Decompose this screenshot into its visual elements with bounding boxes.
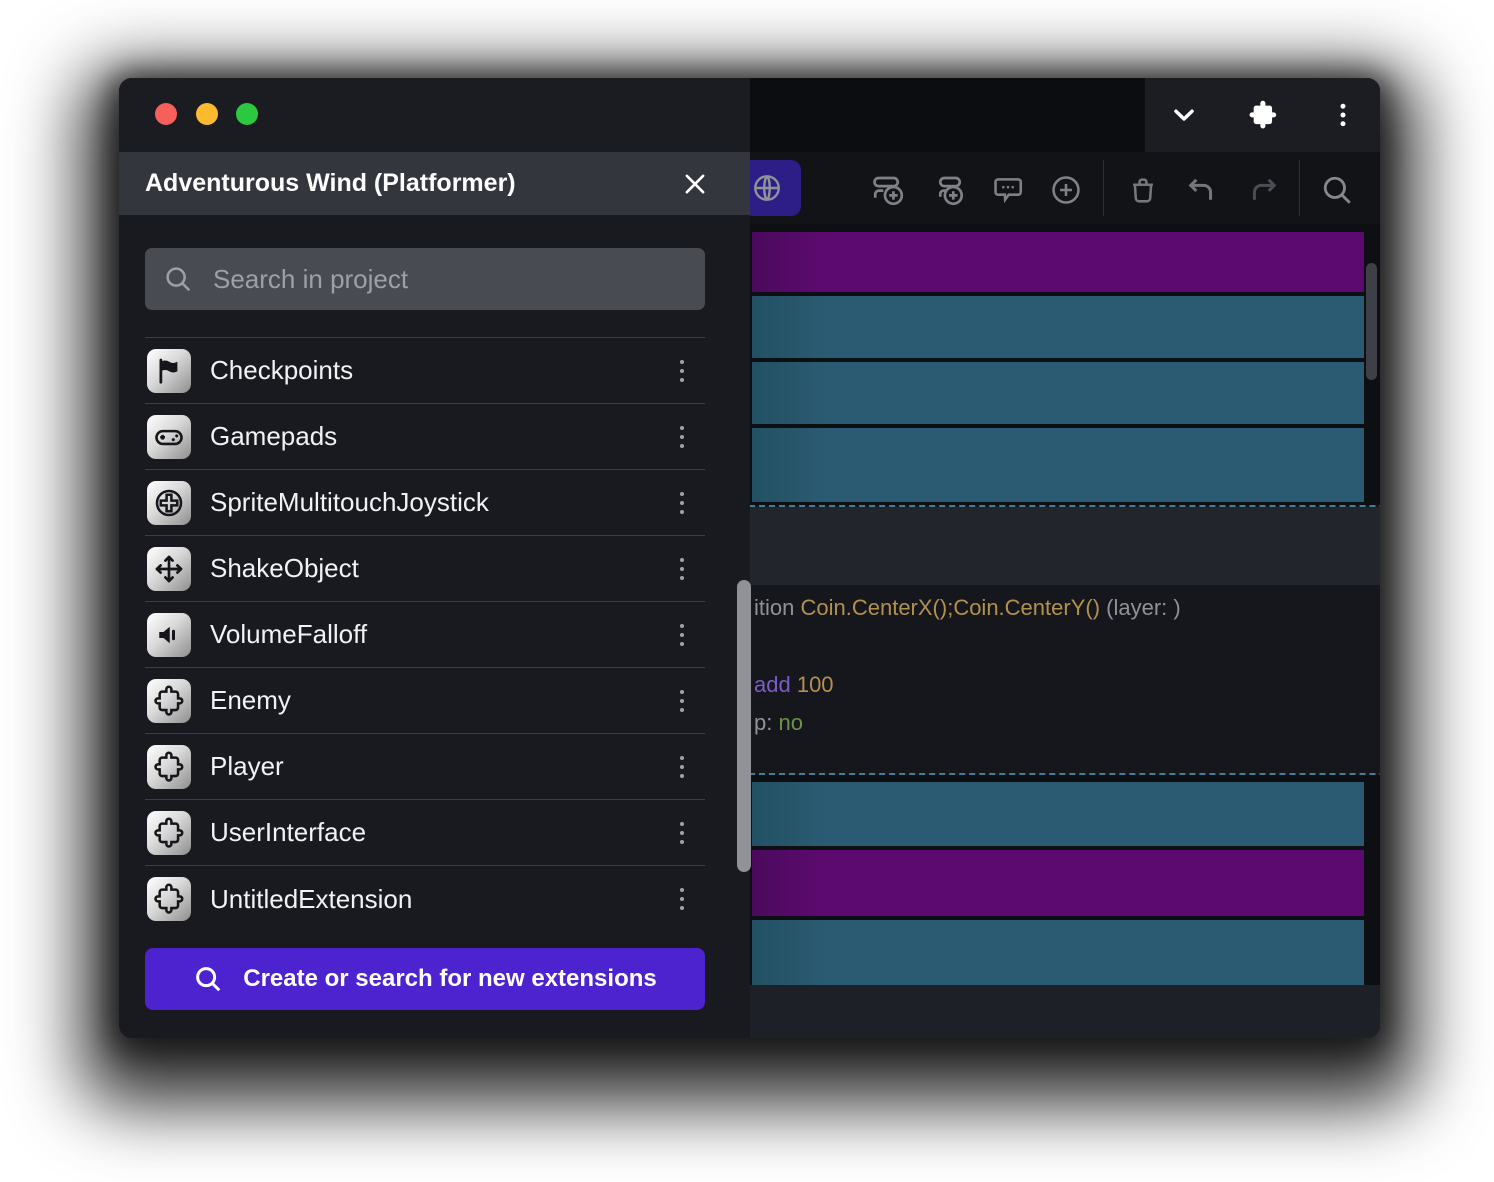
item-menu-kebab-icon[interactable] — [665, 615, 699, 655]
move-arrows-icon — [147, 547, 191, 591]
extensions-puzzle-icon[interactable] — [1242, 94, 1284, 136]
search-icon — [193, 964, 223, 994]
selected-event-condition[interactable] — [741, 507, 1380, 585]
event-row[interactable] — [752, 782, 1364, 846]
event-row[interactable] — [752, 920, 1364, 985]
puzzle-icon — [147, 811, 191, 855]
event-row[interactable] — [752, 428, 1364, 502]
add-subevent-icon[interactable] — [928, 168, 972, 212]
flag-icon — [147, 349, 191, 393]
event-row[interactable] — [752, 362, 1364, 424]
toolbar-divider — [1103, 160, 1104, 216]
puzzle-icon — [147, 745, 191, 789]
event-row[interactable] — [752, 296, 1364, 358]
item-menu-kebab-icon[interactable] — [665, 549, 699, 589]
traffic-light-close[interactable] — [155, 103, 177, 125]
list-item-checkpoints[interactable]: Checkpoints — [145, 338, 705, 404]
window-titlebar — [119, 78, 750, 152]
tab-bar-controls — [1145, 78, 1380, 152]
puzzle-icon — [147, 679, 191, 723]
delete-icon[interactable] — [1121, 168, 1165, 212]
list-item-shakeobject[interactable]: ShakeObject — [145, 536, 705, 602]
event-value-text: add 100 — [754, 672, 834, 698]
events-scrollbar-thumb[interactable] — [1366, 263, 1377, 380]
search-box — [145, 248, 705, 310]
panel-title: Adventurous Wind (Platformer) — [145, 169, 678, 198]
item-menu-kebab-icon[interactable] — [665, 747, 699, 787]
selected-event[interactable]: ition Coin.CenterX();Coin.CenterY() (lay… — [739, 505, 1380, 775]
traffic-light-minimize[interactable] — [196, 103, 218, 125]
list-item-sprite-multitouch-joystick[interactable]: SpriteMultitouchJoystick — [145, 470, 705, 536]
gamepad-icon — [147, 415, 191, 459]
redo-icon[interactable] — [1241, 168, 1285, 212]
chevron-down-icon[interactable] — [1163, 94, 1205, 136]
event-row-comment[interactable] — [752, 232, 1364, 292]
search-events-icon[interactable] — [1315, 168, 1359, 212]
globe-icon — [751, 172, 783, 204]
add-event-icon[interactable] — [866, 168, 910, 212]
joystick-icon — [147, 481, 191, 525]
app-window: (Events) Debugger — [119, 78, 1380, 1038]
panel-scrollbar-thumb[interactable] — [737, 580, 751, 872]
list-item-player[interactable]: Player — [145, 734, 705, 800]
puzzle-icon — [147, 877, 191, 921]
close-icon[interactable] — [678, 167, 712, 201]
list-item-gamepads[interactable]: Gamepads — [145, 404, 705, 470]
add-comment-icon[interactable] — [986, 168, 1030, 212]
item-menu-kebab-icon[interactable] — [665, 417, 699, 457]
speaker-icon — [147, 613, 191, 657]
toolbar-divider — [1299, 160, 1300, 216]
item-menu-kebab-icon[interactable] — [665, 681, 699, 721]
event-flag-text: p: no — [754, 710, 803, 736]
list-item-volumefalloff[interactable]: VolumeFalloff — [145, 602, 705, 668]
event-action-text: ition Coin.CenterX();Coin.CenterY() (lay… — [754, 595, 1181, 621]
extensions-list: Checkpoints Gamepads — [145, 337, 705, 932]
event-row-comment[interactable] — [752, 850, 1364, 916]
item-menu-kebab-icon[interactable] — [665, 351, 699, 391]
kebab-menu-icon[interactable] — [1322, 94, 1364, 136]
item-menu-kebab-icon[interactable] — [665, 813, 699, 853]
list-item-enemy[interactable]: Enemy — [145, 668, 705, 734]
list-item-untitledextension[interactable]: UntitledExtension — [145, 866, 705, 932]
create-extension-button[interactable]: Create or search for new extensions — [145, 948, 705, 1010]
undo-icon[interactable] — [1180, 168, 1224, 212]
panel-header: Adventurous Wind (Platformer) — [119, 152, 750, 215]
add-other-event-icon[interactable] — [1044, 168, 1088, 212]
traffic-light-zoom[interactable] — [236, 103, 258, 125]
list-item-userinterface[interactable]: UserInterface — [145, 800, 705, 866]
search-icon — [163, 264, 193, 294]
project-manager-panel: Adventurous Wind (Platformer) Checkpoint… — [119, 78, 750, 1038]
item-menu-kebab-icon[interactable] — [665, 483, 699, 523]
create-extension-label: Create or search for new extensions — [243, 965, 656, 993]
search-input[interactable] — [211, 263, 687, 296]
item-menu-kebab-icon[interactable] — [665, 879, 699, 919]
